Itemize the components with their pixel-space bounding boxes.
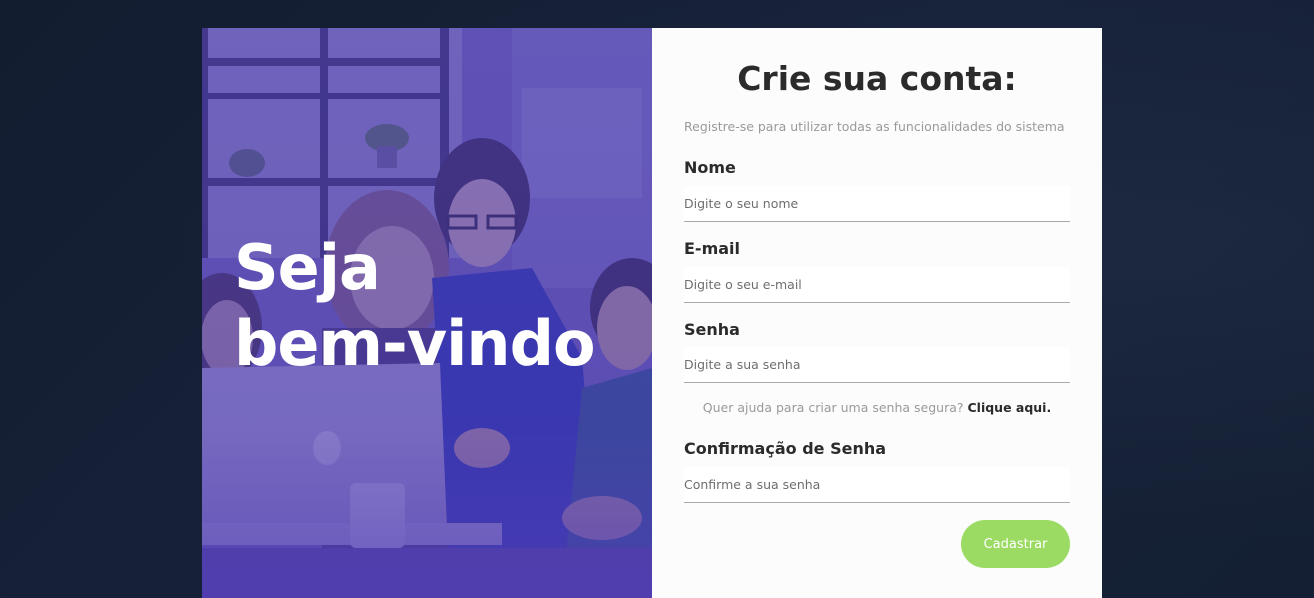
- register-button[interactable]: Cadastrar: [961, 520, 1070, 568]
- confirm-password-input[interactable]: [684, 467, 1070, 503]
- page-background: Seja bem-vindo Crie sua conta: Registre-…: [0, 0, 1314, 598]
- password-help: Quer ajuda para criar uma senha segura? …: [652, 400, 1102, 415]
- welcome-heading: Seja bem-vindo: [234, 230, 596, 382]
- name-label: Nome: [684, 158, 736, 177]
- form-title: Crie sua conta:: [737, 59, 1017, 98]
- password-help-text: Quer ajuda para criar uma senha segura?: [702, 400, 964, 415]
- confirm-password-label: Confirmação de Senha: [684, 439, 887, 458]
- email-label: E-mail: [684, 239, 741, 258]
- welcome-line-2: bem-vindo: [234, 307, 596, 380]
- name-input[interactable]: [684, 186, 1070, 222]
- email-input[interactable]: [684, 267, 1070, 303]
- password-label: Senha: [684, 320, 740, 339]
- password-input[interactable]: [684, 347, 1070, 383]
- welcome-line-1: Seja: [234, 231, 381, 304]
- hero-panel: Seja bem-vindo: [202, 28, 652, 598]
- form-subtitle: Registre-se para utilizar todas as funci…: [684, 119, 1065, 134]
- password-help-link[interactable]: Clique aqui.: [967, 400, 1051, 415]
- signup-form: Crie sua conta: Registre-se para utiliza…: [652, 28, 1102, 598]
- signup-card: Seja bem-vindo Crie sua conta: Registre-…: [202, 28, 1102, 598]
